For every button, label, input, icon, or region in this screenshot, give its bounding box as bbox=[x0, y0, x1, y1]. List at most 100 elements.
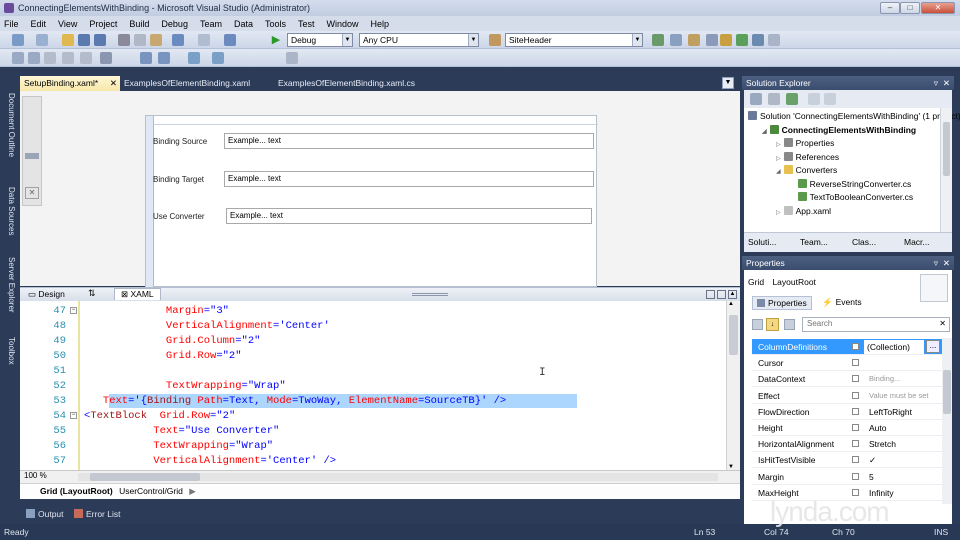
property-value[interactable]: LeftToRight bbox=[869, 404, 912, 420]
data-sources-tab[interactable]: Data Sources bbox=[2, 187, 16, 235]
tree-node[interactable]: ▷ReverseStringConverter.cs bbox=[790, 178, 911, 189]
toolbox-icon[interactable] bbox=[720, 34, 732, 46]
outdent-icon[interactable] bbox=[28, 52, 40, 64]
expand-arrow-icon[interactable]: ▷ bbox=[776, 210, 781, 216]
collapse-pane-icon[interactable]: ▲ bbox=[728, 290, 737, 299]
solution-tab-0[interactable]: Soluti... bbox=[748, 237, 776, 247]
start-debug-icon[interactable]: ▶ bbox=[270, 34, 282, 46]
copy-icon[interactable] bbox=[134, 34, 146, 46]
property-row[interactable]: Effect Value must be set bbox=[752, 388, 942, 404]
fit-to-screen-icon[interactable]: ✕ bbox=[25, 187, 39, 199]
tab-xaml[interactable]: ⊠ XAML bbox=[114, 288, 161, 300]
tree-node[interactable]: Solution 'ConnectingElementsWithBinding'… bbox=[748, 111, 960, 121]
minimize-button[interactable]: – bbox=[880, 2, 900, 14]
expand-arrow-icon[interactable]: ▷ bbox=[776, 142, 781, 148]
tab-setupbinding-xaml[interactable]: SetupBinding.xaml* ✕ bbox=[20, 76, 120, 91]
tree-node[interactable]: ▷ References bbox=[776, 151, 839, 162]
tree-node[interactable]: ▷TextToBooleanConverter.cs bbox=[790, 192, 913, 202]
property-marker-icon[interactable] bbox=[852, 440, 859, 448]
property-row[interactable]: DataContext Binding... bbox=[752, 371, 942, 388]
pin-icon[interactable]: ▿ bbox=[934, 256, 938, 270]
find-in-files-icon[interactable] bbox=[652, 34, 664, 46]
properties-scrollbar[interactable] bbox=[942, 338, 952, 504]
close-button[interactable]: ✕ bbox=[921, 2, 955, 14]
property-search[interactable]: ✕ bbox=[802, 317, 950, 332]
word-complete-icon[interactable] bbox=[100, 52, 112, 64]
expand-arrow-icon[interactable]: ◢ bbox=[776, 169, 781, 175]
show-all-files-icon[interactable] bbox=[768, 93, 780, 105]
scroll-up-arrow[interactable]: ▲ bbox=[728, 301, 734, 307]
indent-icon[interactable] bbox=[12, 52, 24, 64]
tab-output[interactable]: Output bbox=[26, 509, 64, 519]
maximize-button[interactable]: □ bbox=[900, 2, 920, 14]
property-marker-icon[interactable] bbox=[852, 472, 859, 480]
tree-node[interactable]: ▷ Properties bbox=[776, 138, 834, 148]
start-page-icon[interactable] bbox=[752, 34, 764, 46]
horizontal-scroll-thumb[interactable] bbox=[90, 473, 200, 481]
split-handle[interactable] bbox=[412, 293, 448, 296]
property-marker-icon[interactable] bbox=[852, 391, 859, 399]
paste-icon[interactable] bbox=[150, 34, 162, 46]
clear-bookmarks-icon[interactable] bbox=[286, 52, 298, 64]
find-icon[interactable] bbox=[489, 34, 501, 46]
property-marker-icon[interactable] bbox=[852, 343, 859, 350]
redo-icon[interactable] bbox=[198, 34, 210, 46]
uncomment-icon[interactable] bbox=[158, 52, 170, 64]
menu-item-window[interactable]: Window bbox=[327, 19, 359, 29]
property-row[interactable]: IsHitTestVisible ✓ bbox=[752, 452, 942, 469]
search-input[interactable] bbox=[807, 319, 927, 328]
command-window-icon[interactable] bbox=[768, 34, 780, 46]
user-control-preview[interactable]: Binding Source Example... text Binding T… bbox=[145, 115, 598, 288]
menu-item-view[interactable]: View bbox=[58, 19, 77, 29]
solution-tab-1[interactable]: Team... bbox=[800, 237, 828, 247]
menu-item-tools[interactable]: Tools bbox=[265, 19, 286, 29]
menu-item-debug[interactable]: Debug bbox=[161, 19, 188, 29]
tab-examplesofelementbinding-xaml[interactable]: ExamplesOfElementBinding.xaml bbox=[120, 76, 270, 91]
property-marker-icon[interactable] bbox=[852, 375, 859, 383]
property-row[interactable]: ColumnDefinitions (Collection)... bbox=[752, 339, 942, 355]
filter-icon[interactable] bbox=[784, 319, 795, 330]
tab-design[interactable]: ▭ Design bbox=[28, 289, 65, 300]
property-value[interactable]: Stretch bbox=[869, 436, 896, 452]
property-marker-icon[interactable] bbox=[852, 488, 859, 496]
server-explorer-tab[interactable]: Server Explorer bbox=[2, 257, 16, 313]
active-files-icon[interactable]: ▼ bbox=[722, 77, 734, 89]
solution-explorer-scrollbar[interactable] bbox=[940, 108, 952, 232]
navigate-icon[interactable] bbox=[224, 34, 236, 46]
tab-examplesofelementbinding-xaml-cs[interactable]: ExamplesOfElementBinding.xaml.cs bbox=[274, 76, 444, 91]
property-value[interactable]: Auto bbox=[869, 420, 887, 436]
tree-node[interactable]: ▷ App.xaml bbox=[776, 205, 831, 216]
property-row[interactable]: HorizontalAlignment Stretch bbox=[752, 436, 942, 453]
property-value[interactable]: (Collection) bbox=[864, 340, 924, 354]
extension-manager-icon[interactable] bbox=[736, 34, 748, 46]
menu-item-build[interactable]: Build bbox=[129, 19, 149, 29]
comment-icon[interactable] bbox=[140, 52, 152, 64]
refresh-icon[interactable] bbox=[786, 93, 798, 105]
expand-arrow-icon[interactable]: ▷ bbox=[776, 156, 781, 162]
zoom-thumb[interactable] bbox=[25, 153, 39, 159]
menu-item-help[interactable]: Help bbox=[371, 19, 390, 29]
menu-item-project[interactable]: Project bbox=[89, 19, 117, 29]
property-marker-icon[interactable] bbox=[852, 456, 859, 464]
use-converter-textbox[interactable]: Example... text bbox=[226, 208, 592, 224]
menu-item-test[interactable]: Test bbox=[298, 19, 315, 29]
solution-explorer-icon[interactable] bbox=[670, 34, 682, 46]
close-panel-icon[interactable]: ✕ bbox=[943, 76, 950, 90]
cut-icon[interactable] bbox=[118, 34, 130, 46]
tree-node[interactable]: ◢ Converters bbox=[776, 165, 837, 175]
horizontal-scrollbar[interactable] bbox=[78, 473, 718, 481]
list-members-icon[interactable] bbox=[44, 52, 56, 64]
open-icon[interactable] bbox=[62, 34, 74, 46]
add-item-icon[interactable] bbox=[36, 34, 48, 46]
clear-search-icon[interactable]: ✕ bbox=[939, 319, 946, 328]
save-icon[interactable] bbox=[78, 34, 90, 46]
editor-vertical-scrollbar[interactable]: ▲ ▼ bbox=[726, 301, 740, 470]
pin-icon[interactable]: ▿ bbox=[934, 76, 938, 90]
new-project-icon[interactable] bbox=[12, 34, 24, 46]
menu-item-data[interactable]: Data bbox=[234, 19, 253, 29]
property-marker-icon[interactable] bbox=[852, 424, 859, 431]
undo-icon[interactable] bbox=[172, 34, 184, 46]
close-tab-icon[interactable]: ✕ bbox=[110, 76, 117, 91]
tab-events[interactable]: ⚡ Events bbox=[822, 297, 862, 308]
property-row[interactable]: Height Auto bbox=[752, 420, 942, 436]
